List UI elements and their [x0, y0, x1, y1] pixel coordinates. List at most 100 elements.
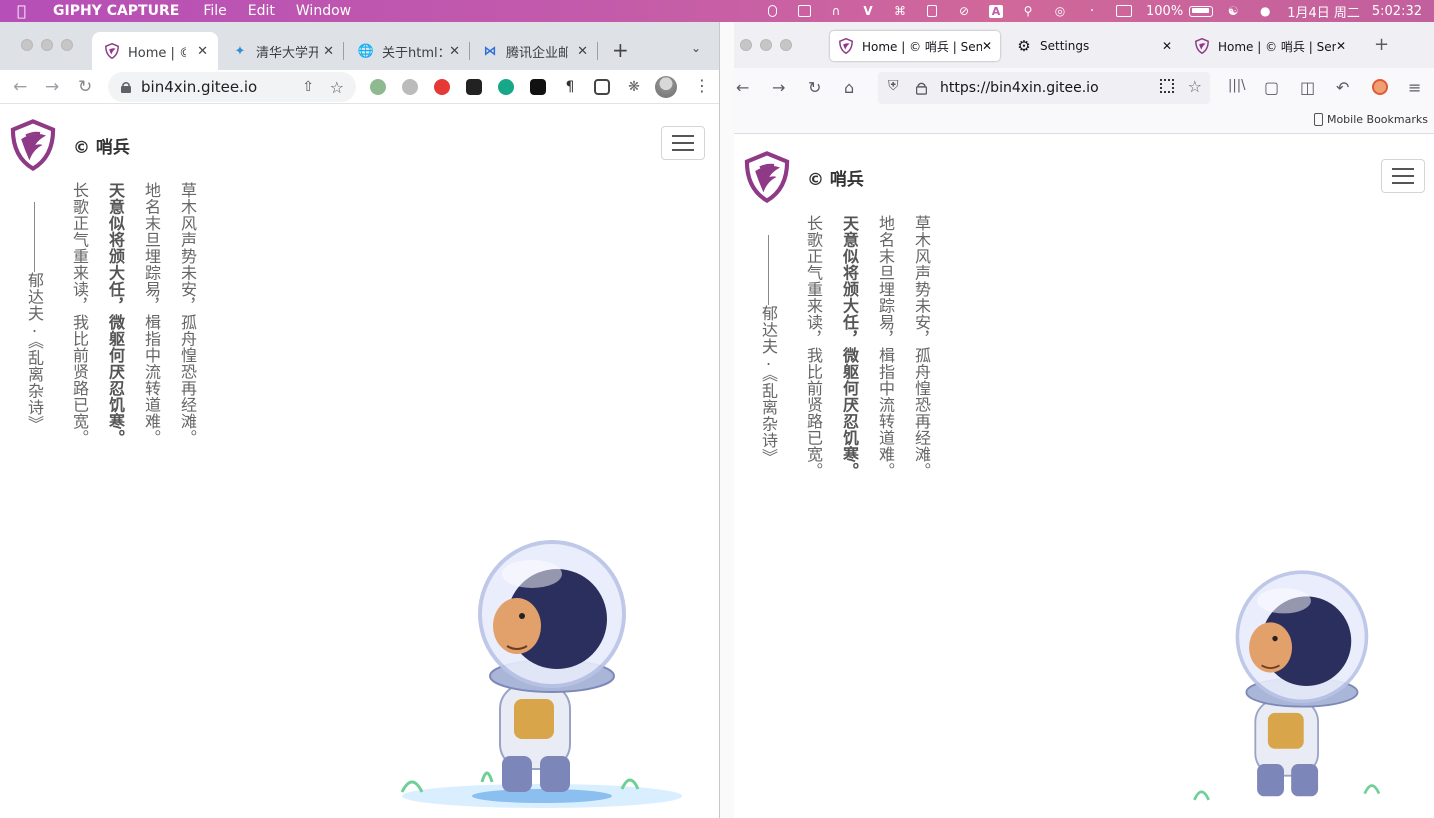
extension-h-icon[interactable]	[530, 79, 546, 95]
extension-red-icon[interactable]	[434, 79, 450, 95]
close-tab-icon[interactable]: ✕	[449, 44, 460, 59]
close-tab-icon[interactable]: ✕	[197, 44, 208, 59]
tracking-shield-icon[interactable]: ⛨	[888, 78, 899, 94]
menu-window[interactable]: Window	[296, 3, 351, 19]
forward-arrow-icon[interactable]: →	[772, 78, 785, 97]
hamburger-line	[672, 135, 694, 137]
extensions-puzzle-icon[interactable]: ❋	[626, 79, 642, 95]
address-bar[interactable]: ⛨ https://bin4xin.gitee.io ☆	[878, 72, 1210, 104]
input-source-icon[interactable]: A	[988, 4, 1004, 18]
share-icon[interactable]: ⇧	[302, 79, 314, 95]
chrome-tab-tencent-mail[interactable]: ⋈ 腾讯企业邮 ✕	[470, 32, 598, 70]
forward-arrow-icon[interactable]: →	[45, 77, 59, 97]
hamburger-line	[1392, 182, 1414, 184]
qr-code-icon[interactable]	[1160, 79, 1174, 93]
window-grid-icon[interactable]	[796, 4, 812, 18]
chrome-tab-home[interactable]: Home | © 哨 ✕	[92, 32, 218, 70]
extension-teal-icon[interactable]	[498, 79, 514, 95]
lock-icon[interactable]	[916, 81, 927, 95]
site-brand[interactable]: © 哨兵	[742, 151, 864, 203]
extension-green-icon[interactable]	[370, 79, 386, 95]
site-title: © 哨兵	[73, 137, 130, 158]
undo-close-icon[interactable]: ↶	[1336, 78, 1349, 97]
back-arrow-icon[interactable]: ←	[13, 77, 27, 97]
extension-dark-icon[interactable]	[466, 79, 482, 95]
menu-file[interactable]: File	[203, 3, 226, 19]
extensions-icon[interactable]: ▢	[1264, 78, 1279, 97]
clock-time[interactable]: 5:02:32	[1372, 4, 1422, 19]
tab-title: Home | © 哨	[128, 45, 186, 61]
airdrop-icon[interactable]: ◎	[1052, 4, 1068, 18]
firefox-tab-home-2[interactable]: Home | © 哨兵 | Sentry ✕	[1186, 31, 1354, 61]
home-icon[interactable]: ⌂	[844, 78, 854, 97]
sidebar-icon[interactable]: ◫	[1300, 78, 1315, 97]
clock-date[interactable]: 1月4日 周二	[1287, 2, 1360, 21]
poem-line: 天意似将颁大任，微躯何厌忍饥寒。	[840, 215, 859, 479]
extension-snowflake-icon[interactable]	[402, 79, 418, 95]
nav-toggle-button[interactable]	[661, 126, 705, 160]
vertical-poem: 草木风声势未安，孤舟惶恐再经滩。 地名末旦埋踪易，楫指中流转道难。 天意似将颁大…	[16, 182, 197, 446]
back-arrow-icon[interactable]: ←	[736, 78, 749, 97]
site-brand[interactable]: © 哨兵	[8, 119, 130, 171]
hamburger-line	[1392, 168, 1414, 170]
clipboard-icon[interactable]	[924, 4, 940, 18]
bookmark-star-icon[interactable]: ☆	[1188, 77, 1202, 96]
arch-icon[interactable]: ∩	[828, 4, 844, 18]
mouse-icon[interactable]	[764, 4, 780, 18]
wifi-icon[interactable]: ⌘	[892, 4, 908, 18]
bluetooth-icon[interactable]: ᛫	[1084, 4, 1100, 18]
chrome-tab-tsinghua[interactable]: ✦ 清华大学开 ✕	[220, 32, 344, 70]
hamburger-menu-icon[interactable]: ≡	[1408, 78, 1421, 97]
battery-icon[interactable]	[1189, 5, 1214, 17]
vpn-v-icon[interactable]: V	[860, 4, 876, 18]
control-center-icon[interactable]: ☯	[1225, 4, 1241, 18]
close-tab-icon[interactable]: ✕	[323, 44, 334, 59]
tsinghua-icon: ✦	[234, 43, 246, 59]
close-tab-icon[interactable]: ✕	[577, 44, 588, 59]
firefox-tab-settings[interactable]: ⚙ Settings ✕	[1008, 31, 1180, 61]
apple-icon[interactable]: 	[17, 2, 39, 20]
url-text[interactable]: bin4xin.gitee.io	[141, 78, 257, 96]
chrome-tab-html[interactable]: 🌐 关于html： ✕	[346, 32, 470, 70]
reload-icon[interactable]: ↻	[78, 77, 92, 97]
search-icon[interactable]: ⚲	[1020, 4, 1036, 18]
close-window-button[interactable]	[740, 39, 752, 51]
profile-avatar[interactable]	[655, 76, 677, 98]
minimize-window-button[interactable]	[760, 39, 772, 51]
tab-title: Home | © 哨兵 | Sentry	[1218, 39, 1336, 54]
poem-line: 地名末旦埋踪易，楫指中流转道难。	[142, 182, 161, 446]
siri-icon[interactable]: ●	[1257, 4, 1273, 18]
menu-app-name[interactable]: GIPHY CAPTURE	[53, 3, 179, 19]
poem-line: 草木风声势未安，孤舟惶恐再经滩。	[912, 215, 931, 479]
firefox-tab-home[interactable]: Home | © 哨兵 | Sentry ✕	[830, 31, 1000, 61]
new-tab-button[interactable]: +	[1374, 34, 1389, 55]
mute-icon[interactable]: ⊘	[956, 4, 972, 18]
close-window-button[interactable]	[21, 39, 33, 51]
mobile-bookmarks[interactable]: Mobile Bookmarks	[1313, 113, 1428, 126]
mobile-bookmarks-label: Mobile Bookmarks	[1326, 113, 1428, 126]
bookmarks-toolbar: Mobile Bookmarks	[734, 108, 1434, 134]
keyboard-icon[interactable]	[1116, 4, 1133, 18]
tab-search-chevron-icon[interactable]: ⌄	[691, 41, 701, 55]
new-tab-button[interactable]: +	[612, 38, 629, 62]
close-tab-icon[interactable]: ✕	[1336, 39, 1346, 53]
library-icon[interactable]: |||\	[1228, 78, 1246, 93]
hamburger-line	[1392, 175, 1414, 177]
reload-icon[interactable]: ↻	[808, 78, 821, 97]
extension-paragraph-icon[interactable]: ¶	[562, 79, 578, 95]
close-tab-icon[interactable]: ✕	[1162, 39, 1172, 53]
nav-toggle-button[interactable]	[1381, 159, 1425, 193]
address-bar[interactable]: bin4xin.gitee.io ⇧ ☆	[108, 72, 356, 102]
close-tab-icon[interactable]: ✕	[982, 39, 992, 53]
bookmark-star-icon[interactable]: ☆	[330, 78, 344, 97]
zoom-window-button[interactable]	[61, 39, 73, 51]
url-text[interactable]: https://bin4xin.gitee.io	[940, 80, 1099, 96]
lock-icon	[121, 82, 131, 93]
tencent-mail-icon: ⋈	[483, 43, 497, 59]
more-menu-icon[interactable]: ⋮	[694, 76, 710, 95]
menu-edit[interactable]: Edit	[248, 3, 275, 19]
zoom-window-button[interactable]	[780, 39, 792, 51]
account-avatar-icon[interactable]	[1372, 79, 1388, 95]
extension-reader-icon[interactable]	[594, 79, 610, 95]
minimize-window-button[interactable]	[41, 39, 53, 51]
